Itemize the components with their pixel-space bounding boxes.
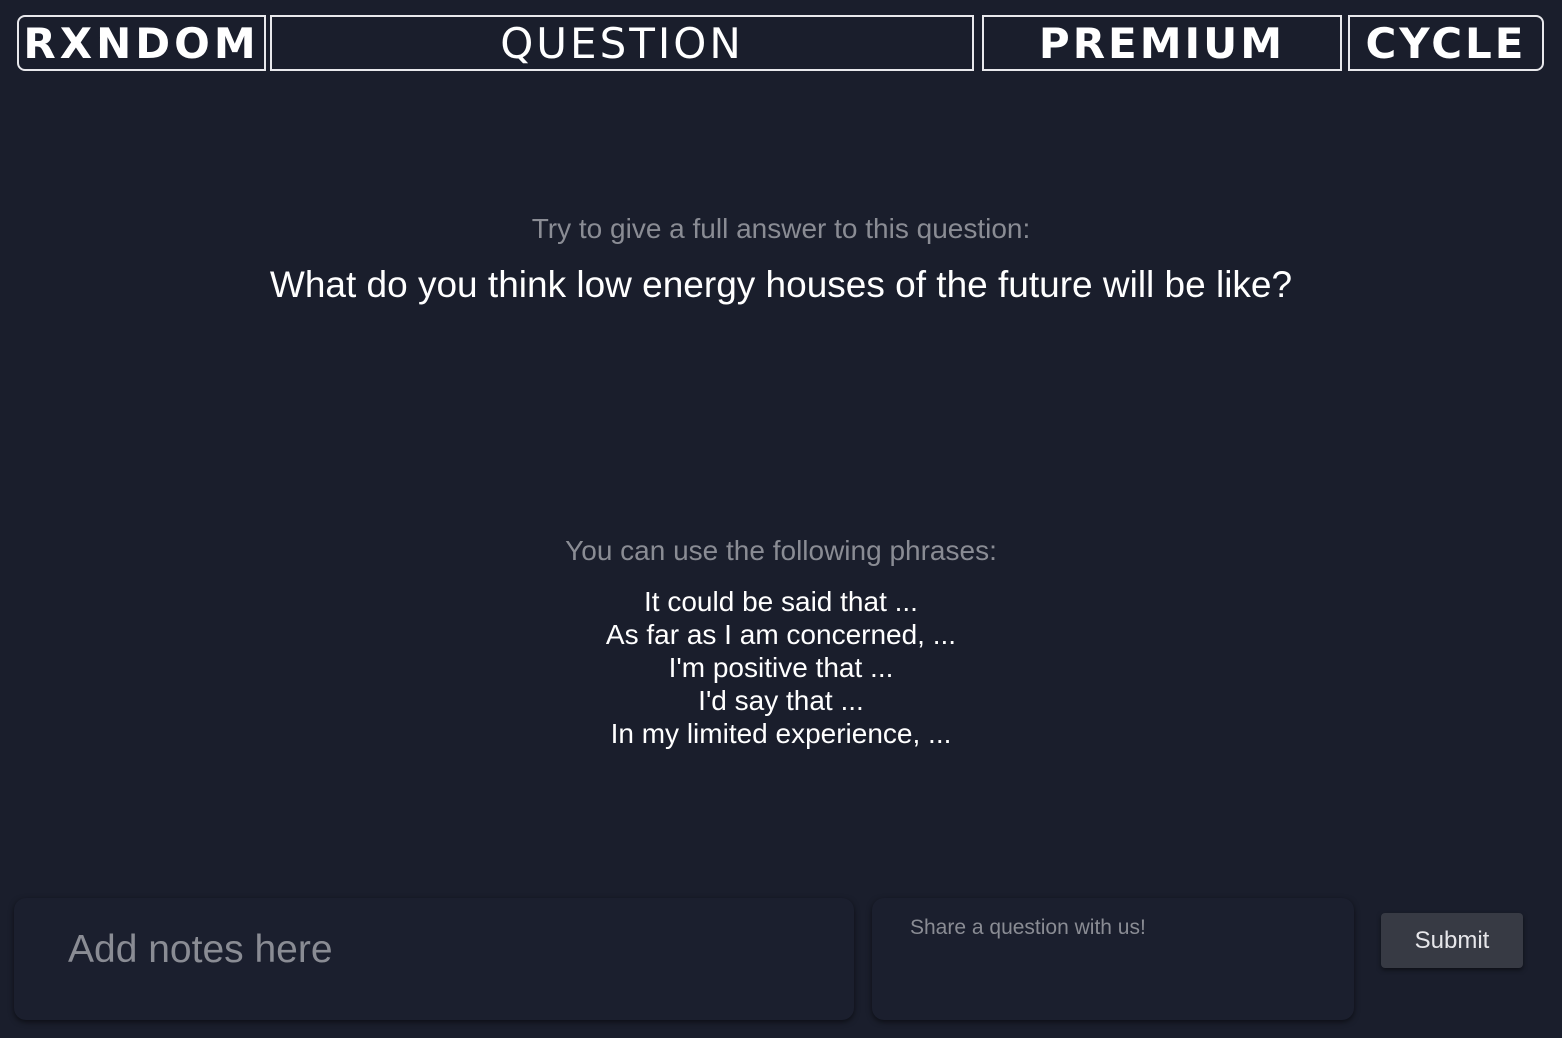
phrase-item: In my limited experience, ... — [610, 718, 952, 749]
phrase-item: It could be said that ... — [644, 586, 918, 617]
nav-cycle-label: CYCLE — [1365, 18, 1527, 68]
nav-random-label: RXNDOM — [23, 18, 260, 68]
submit-button[interactable]: Submit — [1381, 913, 1523, 968]
phrase-item: As far as I am concerned, ... — [605, 619, 957, 650]
nav-cycle-button[interactable]: CYCLE — [1348, 15, 1544, 71]
page: RXNDOM QUESTION PREMIUM CYCLE Try to giv… — [0, 0, 1562, 1038]
nav-random-button[interactable]: RXNDOM — [17, 15, 266, 71]
nav-premium-button[interactable]: PREMIUM — [982, 15, 1342, 71]
nav-premium-label: PREMIUM — [1038, 18, 1286, 68]
share-question-textarea[interactable] — [872, 898, 1354, 1020]
phrase-item: I'm positive that ... — [668, 652, 894, 683]
phrases-intro: You can use the following phrases: — [565, 535, 997, 566]
instruction-text: Try to give a full answer to this questi… — [531, 213, 1031, 244]
question-text: What do you think low energy houses of t… — [269, 264, 1293, 305]
notes-textarea[interactable] — [14, 898, 854, 1020]
phrase-item: I'd say that ... — [698, 685, 864, 716]
phrases-list: It could be said that ... As far as I am… — [0, 585, 1562, 750]
nav-question-button[interactable]: QUESTION — [270, 15, 974, 71]
nav-question-label: QUESTION — [500, 18, 744, 68]
